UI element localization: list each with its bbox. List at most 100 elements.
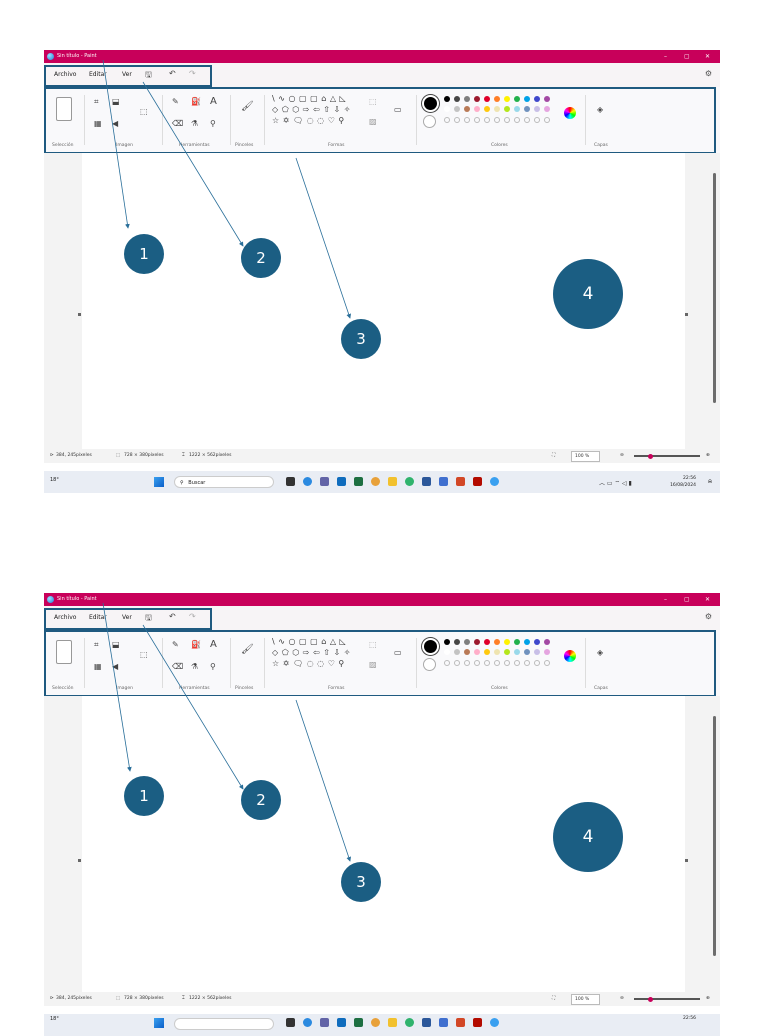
powerpoint-icon[interactable] <box>456 1018 465 1027</box>
word-icon[interactable] <box>422 477 431 486</box>
zoom-slider-thumb[interactable] <box>648 453 653 459</box>
weather-widget[interactable]: 18° <box>50 477 59 483</box>
paint-taskbar-icon[interactable] <box>490 477 499 486</box>
annotation-badge-3: 3 <box>341 862 381 902</box>
maximize-button[interactable]: ▢ <box>684 50 690 63</box>
paint-app-icon <box>47 596 54 603</box>
selection-size: 728 × 380píxeles <box>124 996 164 1001</box>
menu-highlight-box <box>44 608 212 630</box>
pointer-icon: ⊳ <box>50 996 54 1001</box>
file-explorer-icon[interactable] <box>388 1018 397 1027</box>
excel-icon[interactable] <box>354 1018 363 1027</box>
title-bar: Sin título - Paint – ▢ ✕ <box>44 593 720 606</box>
window-title: Sin título - Paint <box>57 596 97 602</box>
edge-icon[interactable] <box>303 477 312 486</box>
zoom-slider[interactable] <box>634 998 700 1000</box>
window-title: Sin título - Paint <box>57 53 97 59</box>
title-bar: Sin título - Paint – ▢ ✕ <box>44 50 720 63</box>
teams-icon[interactable] <box>320 1018 329 1027</box>
notes-icon[interactable] <box>439 1018 448 1027</box>
annotation-badge-3: 3 <box>341 319 381 359</box>
selection-icon: ⬚ <box>116 453 121 458</box>
edge-icon[interactable] <box>303 1018 312 1027</box>
annotation-badge-2: 2 <box>241 238 281 278</box>
zoom-slider-thumb[interactable] <box>648 996 653 1002</box>
settings-icon[interactable]: ⚙ <box>705 69 712 78</box>
paint-app-icon <box>47 53 54 60</box>
cursor-position: 384, 245píxeles <box>56 996 92 1001</box>
minimize-button[interactable]: – <box>664 50 667 63</box>
file-explorer-icon[interactable] <box>388 477 397 486</box>
zoom-out-icon[interactable]: ⊖ <box>620 449 624 463</box>
status-bar: ⊳ 384, 245píxeles ⬚ 728 × 380píxeles ⌶ 1… <box>44 449 720 463</box>
search-placeholder: Buscar <box>188 480 206 486</box>
task-view-icon[interactable] <box>286 1018 295 1027</box>
clock-time: 22:56 <box>683 476 696 481</box>
canvas-size-icon: ⌶ <box>182 453 185 458</box>
word-icon[interactable] <box>422 1018 431 1027</box>
minimize-button[interactable]: – <box>664 593 667 606</box>
notes-icon[interactable] <box>439 477 448 486</box>
taskbar-clock[interactable]: 22:56 <box>683 1015 696 1022</box>
status-bar: ⊳ 384, 245píxeles ⬚ 728 × 380píxeles ⌶ 1… <box>44 992 720 1006</box>
taskbar: 18° 22:56 <box>44 1014 720 1036</box>
store-icon[interactable] <box>337 1018 346 1027</box>
chrome-icon[interactable] <box>371 1018 380 1027</box>
clock-time: 22:56 <box>683 1016 696 1021</box>
annotation-badge-1: 1 <box>124 776 164 816</box>
cursor-position: 384, 245píxeles <box>56 453 92 458</box>
excel-icon[interactable] <box>354 477 363 486</box>
start-button[interactable] <box>154 1018 164 1028</box>
selection-size: 728 × 380píxeles <box>124 453 164 458</box>
annotation-badge-2: 2 <box>241 780 281 820</box>
close-button[interactable]: ✕ <box>705 50 710 63</box>
whatsapp-icon[interactable] <box>405 1018 414 1027</box>
start-button[interactable] <box>154 477 164 487</box>
notification-icon[interactable]: ⍾ <box>708 478 712 486</box>
fit-icon[interactable]: ⛶ <box>552 992 555 1006</box>
zoom-select[interactable]: 100 % <box>571 451 601 462</box>
maximize-button[interactable]: ▢ <box>684 593 690 606</box>
zoom-slider[interactable] <box>634 455 700 457</box>
taskbar: 18° ⚲ Buscar ︿ ▭ ⌔ ◁ ▮ 22:56 16/08/2024 … <box>44 471 720 493</box>
tray-icons[interactable]: ︿ ▭ ⌔ ◁ ▮ <box>599 478 632 487</box>
resize-handle[interactable] <box>685 859 688 862</box>
zoom-select[interactable]: 100 % <box>571 994 601 1005</box>
zoom-out-icon[interactable]: ⊖ <box>620 992 624 1006</box>
menu-highlight-box <box>44 65 212 87</box>
taskbar-search[interactable]: ⚲ Buscar <box>174 476 274 488</box>
vertical-scrollbar[interactable] <box>713 716 716 956</box>
canvas-size: 1222 × 562píxeles <box>189 453 232 458</box>
chrome-icon[interactable] <box>371 477 380 486</box>
settings-icon[interactable]: ⚙ <box>705 612 712 621</box>
resize-handle[interactable] <box>78 313 81 316</box>
selection-icon: ⬚ <box>116 996 121 1001</box>
whatsapp-icon[interactable] <box>405 477 414 486</box>
teams-icon[interactable] <box>320 477 329 486</box>
acrobat-icon[interactable] <box>473 1018 482 1027</box>
ribbon-highlight-box <box>44 630 716 697</box>
paint-taskbar-icon[interactable] <box>490 1018 499 1027</box>
resize-handle[interactable] <box>685 313 688 316</box>
clock-date: 16/08/2024 <box>670 483 696 488</box>
zoom-in-icon[interactable]: ⊕ <box>706 992 710 1006</box>
fit-icon[interactable]: ⛶ <box>552 449 555 463</box>
canvas-size: 1222 × 562píxeles <box>189 996 232 1001</box>
acrobat-icon[interactable] <box>473 477 482 486</box>
taskbar-search[interactable] <box>174 1018 274 1030</box>
vertical-scrollbar[interactable] <box>713 173 716 403</box>
ribbon-highlight-box <box>44 87 716 154</box>
resize-handle[interactable] <box>78 859 81 862</box>
annotation-badge-4: 4 <box>553 259 623 329</box>
pointer-icon: ⊳ <box>50 453 54 458</box>
annotation-badge-1: 1 <box>124 234 164 274</box>
zoom-in-icon[interactable]: ⊕ <box>706 449 710 463</box>
store-icon[interactable] <box>337 477 346 486</box>
task-view-icon[interactable] <box>286 477 295 486</box>
powerpoint-icon[interactable] <box>456 477 465 486</box>
canvas-size-icon: ⌶ <box>182 996 185 1001</box>
annotation-badge-4: 4 <box>553 802 623 872</box>
weather-widget[interactable]: 18° <box>50 1016 59 1022</box>
taskbar-clock[interactable]: 22:56 16/08/2024 <box>670 475 696 489</box>
close-button[interactable]: ✕ <box>705 593 710 606</box>
